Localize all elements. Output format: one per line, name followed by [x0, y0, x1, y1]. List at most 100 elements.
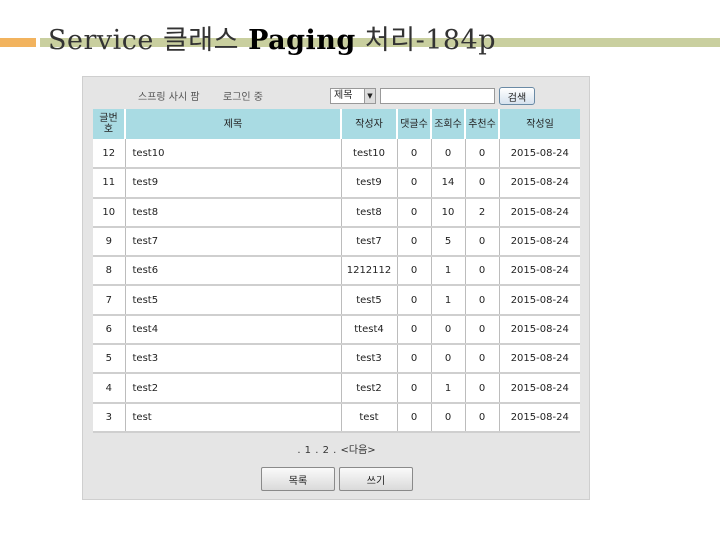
column-header-subject: 제목	[125, 109, 342, 139]
slide-title-suffix: 처리-184p	[364, 25, 497, 56]
cell-recommend: 0	[465, 314, 500, 346]
cell-date: 2015-08-24	[499, 168, 580, 199]
cell-no: 10	[93, 197, 126, 228]
title-accent-bar	[0, 38, 36, 47]
cell-views: 1	[431, 373, 466, 404]
table-row[interactable]: 4 test2 test2 0 1 0 2015-08-24	[93, 373, 580, 404]
cell-date: 2015-08-24	[499, 256, 580, 287]
cell-subject[interactable]: test3	[125, 344, 342, 375]
cell-subject[interactable]: test4	[125, 314, 342, 346]
column-header-date: 작성일	[499, 109, 580, 139]
cell-date: 2015-08-24	[499, 373, 580, 404]
cell-date: 2015-08-24	[499, 344, 580, 375]
cell-recommend: 2	[465, 197, 500, 228]
cell-no: 5	[93, 344, 126, 375]
board-table-body: 12 test10 test10 0 0 0 2015-08-24 11 test9 test9 0…	[93, 139, 580, 433]
search-button[interactable]: 검색	[499, 87, 535, 105]
cell-views: 14	[431, 168, 466, 199]
cell-views: 0	[431, 139, 466, 170]
page-link-2[interactable]: 2	[323, 445, 329, 456]
table-row[interactable]: 10 test8 test8 0 10 2 2015-08-24	[93, 197, 580, 228]
cell-writer: test3	[341, 344, 398, 375]
write-button[interactable]: 쓰기	[339, 467, 413, 491]
cell-no: 7	[93, 285, 126, 316]
cell-no: 6	[93, 314, 126, 346]
cell-date: 2015-08-24	[499, 139, 580, 170]
cell-reply: 0	[397, 226, 432, 258]
search-input[interactable]	[380, 88, 495, 104]
table-row[interactable]: 5 test3 test3 0 0 0 2015-08-24	[93, 344, 580, 375]
column-header-no: 글번호	[93, 109, 126, 139]
cell-reply: 0	[397, 168, 432, 199]
cell-subject[interactable]: test10	[125, 139, 342, 170]
cell-subject[interactable]: test	[125, 402, 342, 433]
cell-date: 2015-08-24	[499, 314, 580, 346]
cell-subject[interactable]: test8	[125, 197, 342, 228]
search-type-select[interactable]: 제목 ▼	[330, 88, 376, 104]
table-row[interactable]: 12 test10 test10 0 0 0 2015-08-24	[93, 139, 580, 170]
cell-writer: test	[341, 402, 398, 433]
cell-views: 0	[431, 314, 466, 346]
cell-writer: test2	[341, 373, 398, 404]
search-type-value: 제목	[334, 90, 353, 101]
cell-recommend: 0	[465, 139, 500, 170]
column-header-recommend: 추천수	[465, 109, 500, 139]
table-row[interactable]: 11 test9 test9 0 14 0 2015-08-24	[93, 168, 580, 199]
cell-subject[interactable]: test7	[125, 226, 342, 258]
login-status-text: 로그인 중	[223, 92, 263, 103]
cell-views: 5	[431, 226, 466, 258]
cell-no: 9	[93, 226, 126, 258]
board-screenshot-panel: 스프링 사시 팜 로그인 중 제목 ▼ 검색 글번호 제목 작성자 댓글수 조회…	[82, 76, 590, 500]
cell-writer: 1212112	[341, 256, 398, 287]
cell-reply: 0	[397, 344, 432, 375]
cell-views: 1	[431, 285, 466, 316]
column-header-reply: 댓글수	[397, 109, 432, 139]
cell-reply: 0	[397, 373, 432, 404]
cell-recommend: 0	[465, 373, 500, 404]
cell-subject[interactable]: test9	[125, 168, 342, 199]
cell-recommend: 0	[465, 344, 500, 375]
chevron-down-icon: ▼	[364, 89, 375, 103]
next-page-link[interactable]: <다음>	[341, 445, 376, 456]
cell-date: 2015-08-24	[499, 285, 580, 316]
cell-date: 2015-08-24	[499, 226, 580, 258]
cell-reply: 0	[397, 402, 432, 433]
cell-reply: 0	[397, 314, 432, 346]
pagination: . 1 . 2 . <다음>	[297, 445, 376, 456]
cell-views: 1	[431, 256, 466, 287]
cell-date: 2015-08-24	[499, 402, 580, 433]
column-header-views: 조회수	[431, 109, 466, 139]
cell-views: 10	[431, 197, 466, 228]
table-row[interactable]: 3 test test 0 0 0 2015-08-24	[93, 402, 580, 433]
slide-title-bold: Paging	[248, 25, 356, 56]
cell-views: 0	[431, 344, 466, 375]
cell-reply: 0	[397, 285, 432, 316]
page-link-1[interactable]: 1	[305, 445, 311, 456]
table-row[interactable]: 9 test7 test7 0 5 0 2015-08-24	[93, 226, 580, 258]
cell-no: 12	[93, 139, 126, 170]
cell-no: 11	[93, 168, 126, 199]
cell-no: 3	[93, 402, 126, 433]
board-table: 글번호 제목 작성자 댓글수 조회수 추천수 작성일 12 test10 test1…	[93, 109, 580, 433]
cell-date: 2015-08-24	[499, 197, 580, 228]
cell-no: 8	[93, 256, 126, 287]
cell-recommend: 0	[465, 402, 500, 433]
table-row[interactable]: 6 test4 ttest4 0 0 0 2015-08-24	[93, 314, 580, 346]
cell-writer: test5	[341, 285, 398, 316]
cell-recommend: 0	[465, 168, 500, 199]
list-button[interactable]: 목록	[261, 467, 335, 491]
cell-reply: 0	[397, 256, 432, 287]
table-header-row: 글번호 제목 작성자 댓글수 조회수 추천수 작성일	[93, 109, 580, 139]
cell-writer: ttest4	[341, 314, 398, 346]
table-row[interactable]: 8 test6 1212112 0 1 0 2015-08-24	[93, 256, 580, 287]
cell-no: 4	[93, 373, 126, 404]
cell-subject[interactable]: test2	[125, 373, 342, 404]
cell-subject[interactable]: test5	[125, 285, 342, 316]
table-row[interactable]: 7 test5 test5 0 1 0 2015-08-24	[93, 285, 580, 316]
user-info-text: 스프링 사시 팜	[138, 92, 200, 103]
cell-reply: 0	[397, 139, 432, 170]
cell-writer: test9	[341, 168, 398, 199]
cell-recommend: 0	[465, 256, 500, 287]
column-header-writer: 작성자	[341, 109, 398, 139]
cell-subject[interactable]: test6	[125, 256, 342, 287]
